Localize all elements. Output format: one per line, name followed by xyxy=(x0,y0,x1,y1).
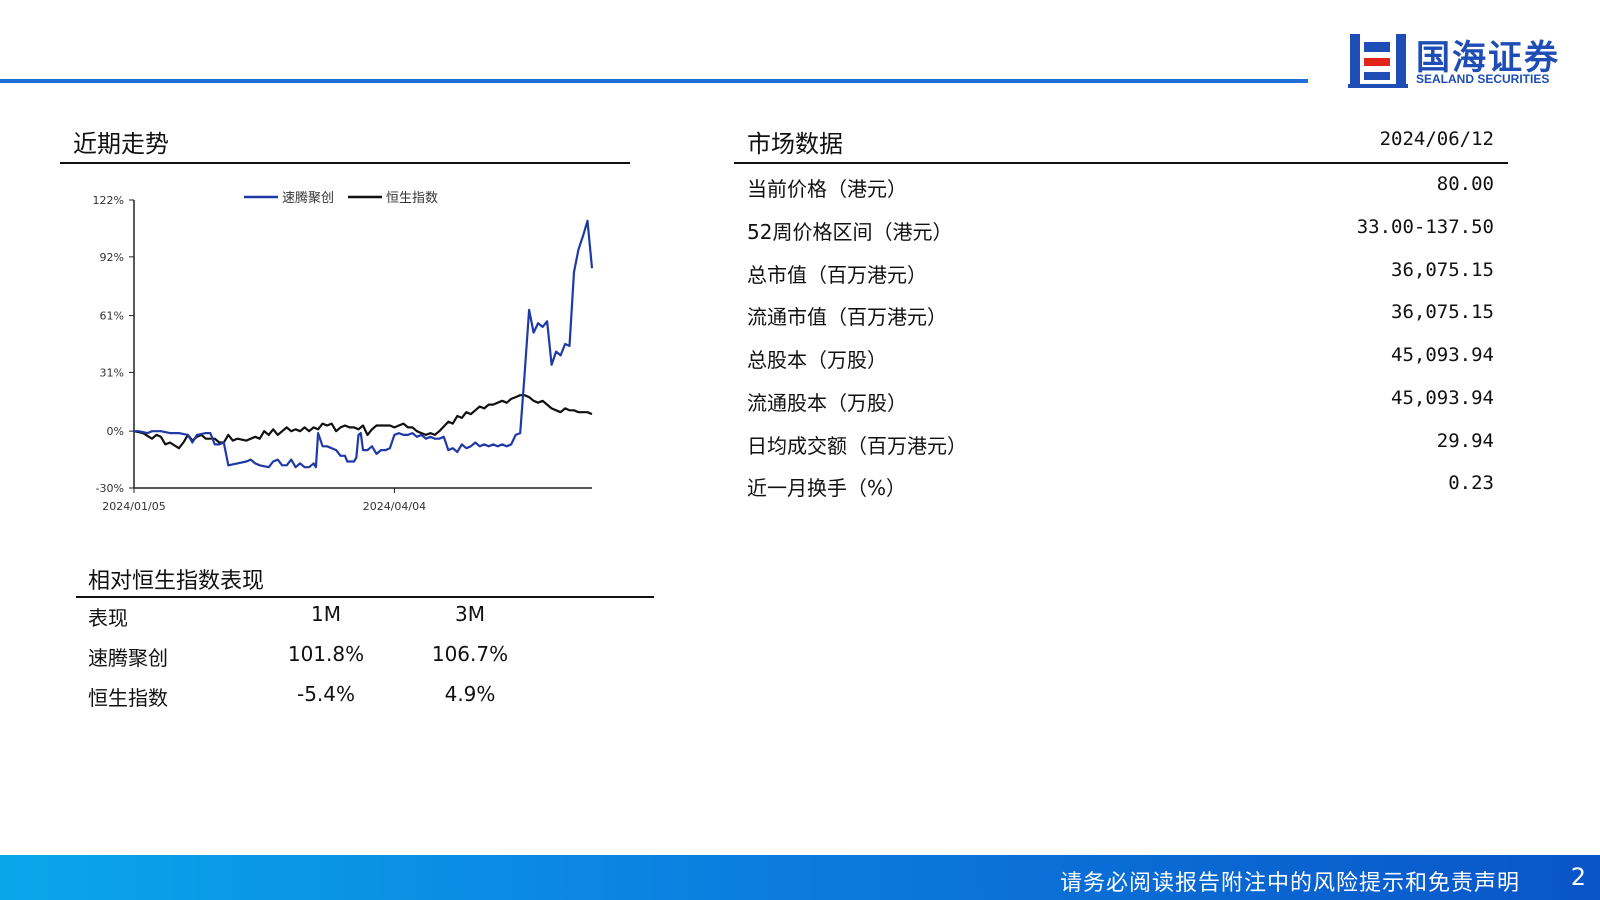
brand-logo: 国海证券 SEALAND SECURITIES xyxy=(1348,30,1578,90)
market-value: 36,075.15 xyxy=(1391,259,1494,281)
market-value: 36,075.15 xyxy=(1391,301,1494,323)
x-tick-label: 2024/04/04 xyxy=(363,500,426,513)
series-line-0 xyxy=(134,219,594,469)
header-rule xyxy=(0,79,1308,83)
market-value: 33.00-137.50 xyxy=(1356,216,1494,238)
market-value: 0.23 xyxy=(1448,472,1494,494)
table-cell-3m: 4.9% xyxy=(444,682,496,706)
market-date: 2024/06/12 xyxy=(1379,128,1494,150)
y-tick-label: 61% xyxy=(100,310,124,323)
market-label: 流通市值（百万港元） xyxy=(747,305,947,329)
y-tick-label: 122% xyxy=(93,194,124,207)
market-label: 日均成交额（百万港元） xyxy=(747,434,967,458)
table-header-cell: 3M xyxy=(455,602,485,626)
table-cell-1m: -5.4% xyxy=(296,682,356,706)
table-cell-name: 恒生指数 xyxy=(88,686,168,710)
brand-name-en: SEALAND SECURITIES xyxy=(1416,72,1550,86)
market-title-rule xyxy=(734,162,1508,164)
market-row: 总市值（百万港元） 36,075.15 xyxy=(747,259,1494,291)
table-header-cell: 1M xyxy=(311,602,341,626)
disclaimer-text: 请务必阅读报告附注中的风险提示和免责声明 xyxy=(1059,871,1520,896)
table-cell-3m: 106.7% xyxy=(431,642,509,666)
market-label: 近一月换手（%） xyxy=(747,476,907,500)
market-value: 45,093.94 xyxy=(1391,387,1494,409)
market-row: 近一月换手（%） 0.23 xyxy=(747,472,1494,504)
legend-label-0: 速腾聚创 xyxy=(282,190,334,206)
relative-title-rule xyxy=(76,596,654,598)
trend-title-rule xyxy=(60,162,630,164)
y-tick-label: 92% xyxy=(100,251,124,264)
market-row: 总股本（万股） 45,093.94 xyxy=(747,344,1494,376)
legend-label-1: 恒生指数 xyxy=(386,191,438,206)
y-tick-label: 0% xyxy=(107,425,124,438)
table-header-cell: 表现 xyxy=(88,606,128,630)
market-label: 流通股本（万股） xyxy=(747,391,907,415)
sealand-logo-icon xyxy=(1348,34,1408,88)
market-row: 流通股本（万股） 45,093.94 xyxy=(747,387,1494,419)
y-tick-label: -30% xyxy=(96,482,124,495)
market-row: 52周价格区间（港元） 33.00-137.50 xyxy=(747,216,1494,248)
page-number: 2 xyxy=(1570,863,1586,891)
market-label: 当前价格（港元） xyxy=(747,177,907,201)
market-label: 52周价格区间（港元） xyxy=(747,220,953,244)
market-row: 当前价格（港元） 80.00 xyxy=(747,173,1494,205)
footer-bar: 请务必阅读报告附注中的风险提示和免责声明 2 xyxy=(0,855,1600,900)
market-value: 80.00 xyxy=(1436,173,1494,195)
relative-title: 相对恒生指数表现 xyxy=(88,569,265,594)
trend-title: 近期走势 xyxy=(73,130,169,158)
market-value: 29.94 xyxy=(1436,430,1494,452)
market-label: 总股本（万股） xyxy=(747,348,887,372)
table-cell-1m: 101.8% xyxy=(287,642,365,666)
trend-line-chart: 122% 92% 61% 31% 0% -30% 2024/01/05 2024/04/04 速… xyxy=(93,190,594,513)
market-value: 45,093.94 xyxy=(1391,344,1494,366)
y-tick-label: 31% xyxy=(100,366,124,379)
table-cell-name: 速腾聚创 xyxy=(88,646,168,670)
market-title: 市场数据 xyxy=(747,130,843,158)
market-label: 总市值（百万港元） xyxy=(747,263,927,287)
market-row: 流通市值（百万港元） 36,075.15 xyxy=(747,301,1494,333)
x-tick-label: 2024/01/05 xyxy=(102,500,165,513)
market-row: 日均成交额（百万港元） 29.94 xyxy=(747,430,1494,462)
